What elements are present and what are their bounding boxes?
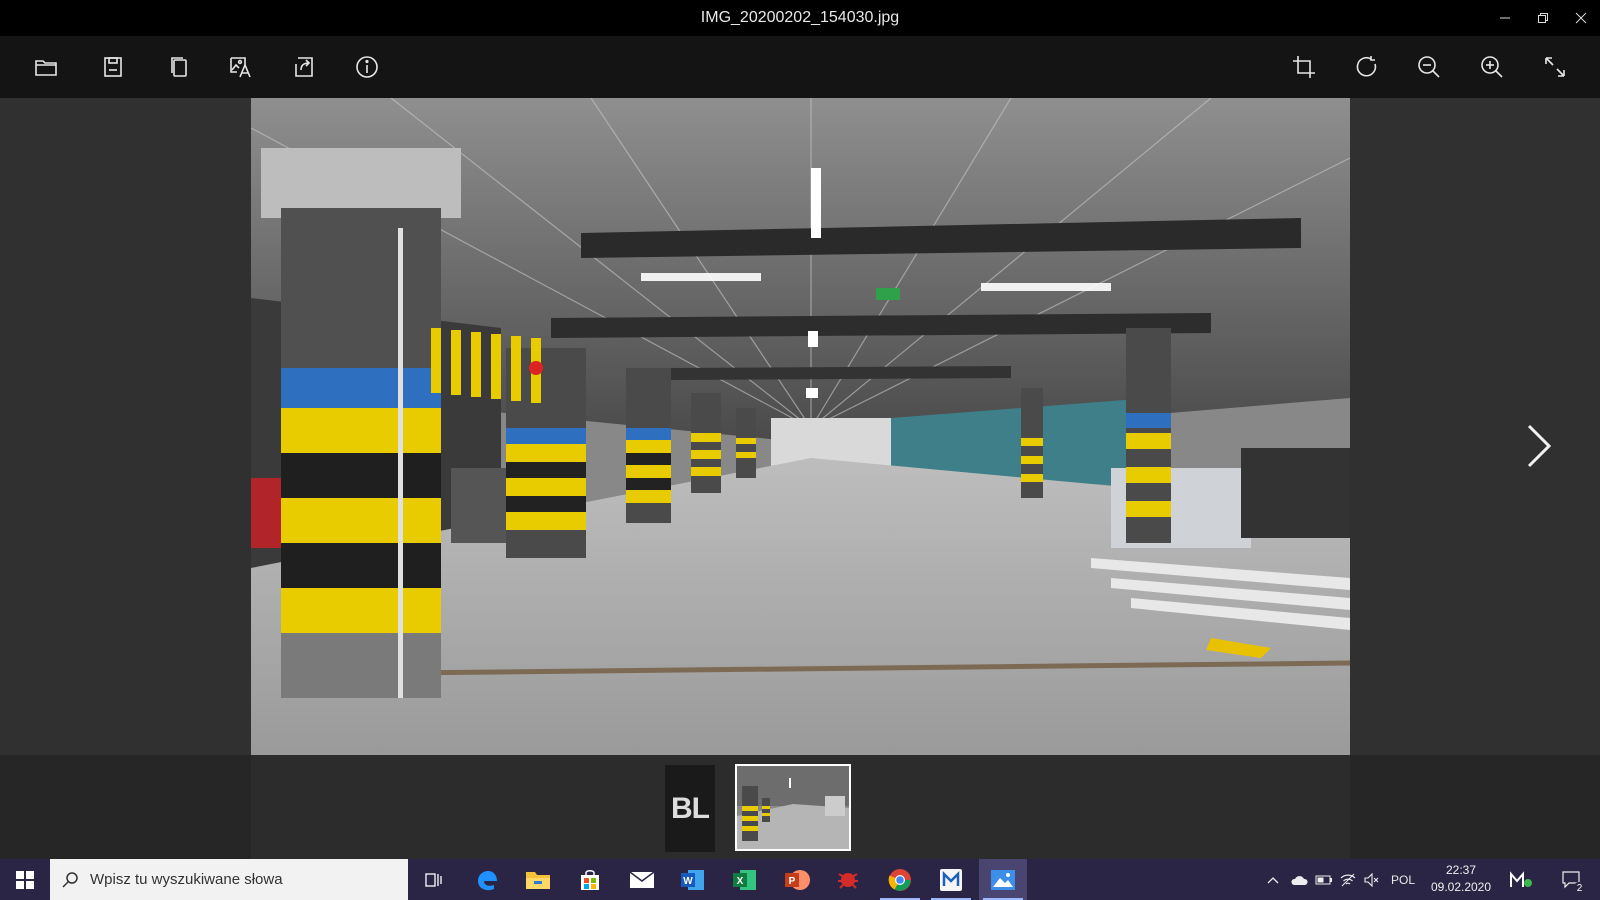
taskbar-store[interactable] bbox=[566, 859, 614, 900]
search-icon bbox=[62, 871, 78, 888]
volume-muted-icon bbox=[1364, 872, 1379, 887]
restore-button[interactable] bbox=[1524, 0, 1562, 36]
copy-button[interactable] bbox=[161, 49, 197, 85]
action-center-button[interactable]: 2 bbox=[1555, 859, 1589, 900]
folder-icon bbox=[35, 60, 57, 76]
onedrive-tray[interactable] bbox=[1287, 859, 1311, 900]
next-image-button[interactable] bbox=[1518, 418, 1558, 474]
filmstrip: BL bbox=[0, 755, 1600, 859]
open-folder-button[interactable] bbox=[28, 49, 64, 85]
store-icon bbox=[581, 869, 599, 890]
zoom-out-button[interactable] bbox=[1411, 49, 1447, 85]
taskbar-file-explorer[interactable] bbox=[514, 859, 562, 900]
crop-icon bbox=[1293, 56, 1315, 78]
wifi-icon bbox=[1340, 873, 1356, 886]
info-icon bbox=[356, 56, 378, 78]
taskbar-photos[interactable] bbox=[979, 859, 1027, 900]
crop-button[interactable] bbox=[1286, 49, 1322, 85]
image-viewer bbox=[0, 98, 1600, 755]
notification-count: 2 bbox=[1573, 882, 1586, 895]
taskbar-chrome[interactable] bbox=[876, 859, 924, 900]
save-button[interactable] bbox=[95, 49, 131, 85]
rotate-icon bbox=[1356, 56, 1377, 77]
zoom-out-icon bbox=[1418, 56, 1440, 78]
cloud-icon bbox=[1291, 875, 1308, 885]
fullscreen-button[interactable] bbox=[1537, 49, 1573, 85]
chevron-right-icon bbox=[1527, 424, 1552, 468]
volume-tray[interactable] bbox=[1361, 859, 1383, 900]
svg-text:W: W bbox=[683, 876, 693, 887]
taskbar-search[interactable]: Wpisz tu wyszukiwane słowa bbox=[50, 859, 408, 900]
taskbar-powerpoint[interactable]: P bbox=[773, 859, 821, 900]
toolbar bbox=[0, 36, 1600, 98]
thumbnail-previous[interactable]: BL bbox=[665, 765, 715, 852]
clock[interactable]: 22:37 09.02.2020 bbox=[1420, 862, 1502, 896]
chevron-up-icon bbox=[1267, 876, 1279, 883]
title-bar: IMG_20200202_154030.jpg bbox=[0, 0, 1600, 36]
minimize-button[interactable] bbox=[1486, 0, 1524, 36]
thumbnail-image bbox=[737, 766, 849, 849]
file-explorer-icon bbox=[526, 871, 550, 889]
taskbar-mail[interactable] bbox=[618, 859, 666, 900]
close-icon bbox=[1575, 12, 1587, 24]
word-icon: W bbox=[681, 869, 704, 890]
clock-time: 22:37 bbox=[1445, 863, 1477, 877]
close-button[interactable] bbox=[1562, 0, 1600, 36]
battery-tray[interactable] bbox=[1313, 859, 1335, 900]
minimize-icon bbox=[1500, 17, 1510, 19]
thumbnail-current[interactable] bbox=[735, 764, 851, 851]
photos-icon bbox=[991, 869, 1015, 890]
battery-icon bbox=[1315, 875, 1332, 884]
svg-text:P: P bbox=[789, 876, 796, 887]
taskbar-app-red[interactable] bbox=[824, 859, 872, 900]
taskbar: Wpisz tu wyszukiwane słowa W X P POL 22:… bbox=[0, 859, 1600, 900]
rotate-button[interactable] bbox=[1349, 49, 1385, 85]
blue-app-icon bbox=[940, 868, 962, 891]
language-indicator[interactable]: POL bbox=[1387, 859, 1419, 900]
image-text-icon bbox=[230, 57, 251, 78]
task-view-button[interactable] bbox=[410, 859, 458, 900]
image-text-button[interactable] bbox=[223, 49, 259, 85]
copy-icon bbox=[171, 57, 187, 77]
window-controls bbox=[1486, 0, 1600, 36]
restore-icon bbox=[1538, 13, 1548, 23]
info-button[interactable] bbox=[349, 49, 385, 85]
chrome-icon bbox=[888, 868, 911, 891]
search-placeholder: Wpisz tu wyszukiwane słowa bbox=[90, 871, 283, 888]
save-icon bbox=[104, 57, 122, 77]
clock-date: 09.02.2020 bbox=[1430, 880, 1492, 894]
edge-icon bbox=[478, 870, 497, 890]
task-view-icon bbox=[425, 872, 442, 887]
mail-icon bbox=[629, 870, 655, 888]
excel-icon: X bbox=[733, 869, 756, 890]
fullscreen-icon bbox=[1545, 57, 1565, 77]
svg-text:X: X bbox=[737, 876, 744, 887]
zoom-in-icon bbox=[1481, 56, 1503, 78]
network-tray[interactable] bbox=[1337, 859, 1359, 900]
window-title: IMG_20200202_154030.jpg bbox=[700, 9, 900, 26]
taskbar-excel[interactable]: X bbox=[721, 859, 769, 900]
photo bbox=[251, 98, 1350, 755]
share-icon bbox=[295, 57, 313, 77]
taskbar-edge[interactable] bbox=[463, 859, 511, 900]
thumbnail-text: BL bbox=[671, 791, 710, 825]
share-button[interactable] bbox=[286, 49, 322, 85]
windows-icon bbox=[16, 870, 34, 889]
bug-app-icon bbox=[838, 872, 858, 889]
parking-garage-image bbox=[251, 98, 1350, 755]
start-button[interactable] bbox=[0, 859, 50, 900]
taskbar-word[interactable]: W bbox=[669, 859, 717, 900]
zoom-in-button[interactable] bbox=[1474, 49, 1510, 85]
powerpoint-icon: P bbox=[785, 869, 810, 890]
show-hidden-icons-button[interactable] bbox=[1263, 859, 1283, 900]
m-app-tray-icon bbox=[1510, 870, 1532, 887]
taskbar-app-blue[interactable] bbox=[927, 859, 975, 900]
tray-app-m[interactable] bbox=[1505, 859, 1537, 900]
